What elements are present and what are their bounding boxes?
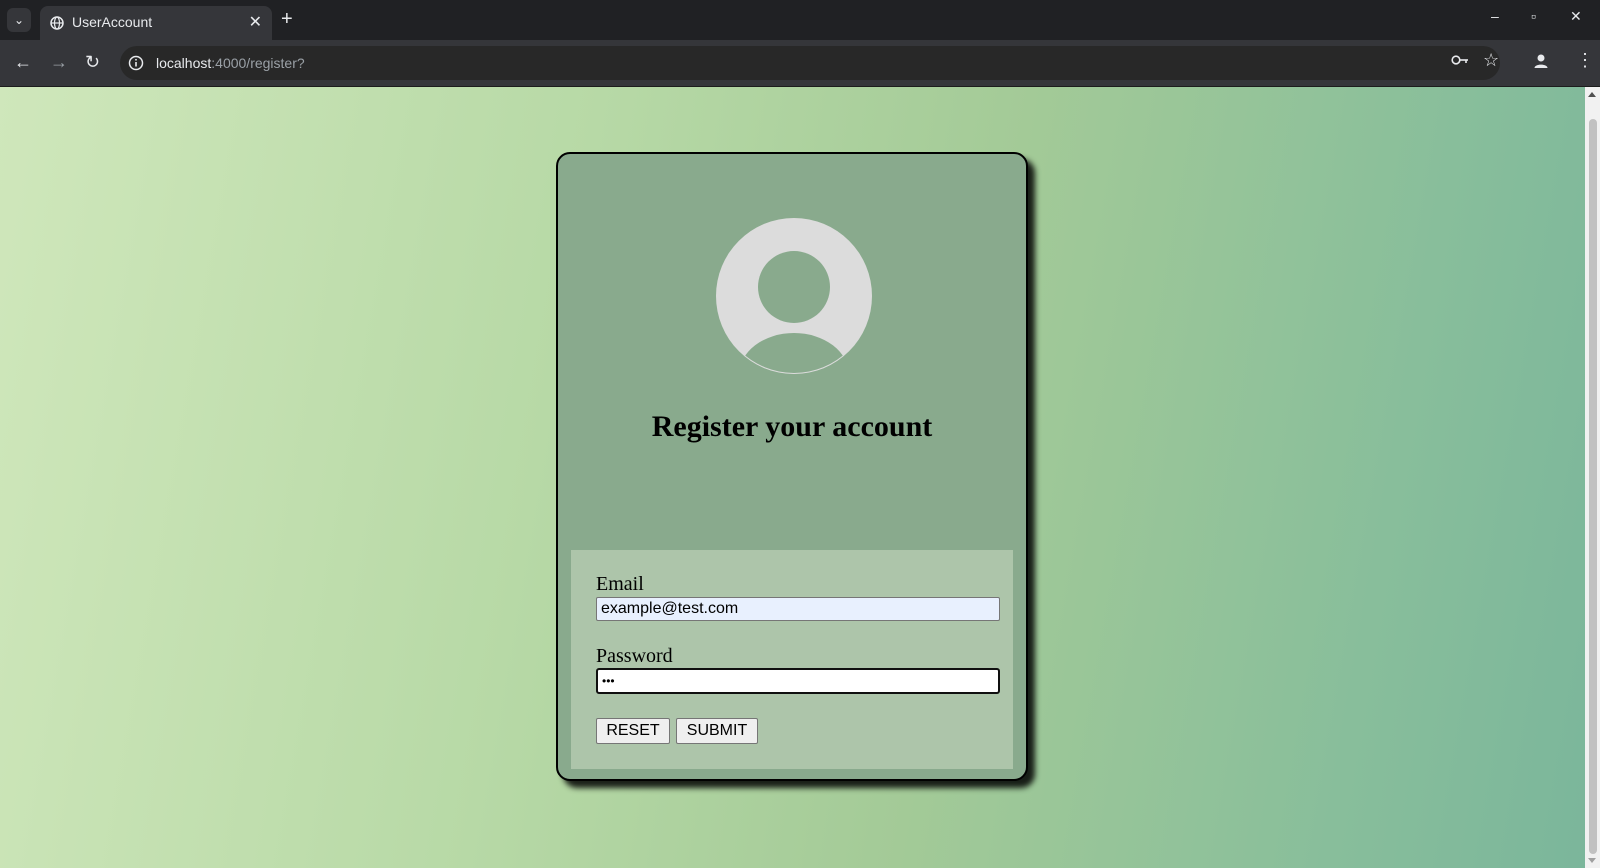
address-bar[interactable]: localhost:4000/register? [120, 46, 1500, 80]
url-host: localhost [156, 55, 212, 71]
reset-button[interactable]: RESET [596, 718, 670, 744]
email-field[interactable] [596, 597, 1000, 621]
arrow-right-icon[interactable]: → [50, 52, 68, 73]
scroll-down-arrow-icon[interactable] [1588, 858, 1596, 863]
minimize-icon[interactable]: – [1491, 8, 1499, 24]
email-label: Email [596, 573, 644, 595]
page-viewport: Register your account Email Password RES… [0, 87, 1585, 868]
person-icon[interactable] [1533, 53, 1549, 74]
register-card: Register your account Email Password RES… [556, 152, 1028, 781]
close-icon[interactable]: ✕ [1570, 8, 1582, 25]
reload-icon[interactable]: ↻ [85, 52, 100, 73]
submit-button[interactable]: SUBMIT [676, 718, 758, 744]
browser-tab[interactable]: UserAccount ✕ [40, 6, 272, 40]
browser-toolbar: ← → ↻ localhost:4000/register? ☆ ⋮ [0, 40, 1600, 87]
browser-tab-bar: ⌄ UserAccount ✕ + – ▫ ✕ [0, 0, 1600, 40]
user-avatar-icon [715, 217, 873, 375]
page-scrollbar[interactable] [1585, 87, 1600, 868]
star-icon[interactable]: ☆ [1483, 50, 1499, 71]
password-label: Password [596, 645, 673, 667]
register-form: Email Password RESET SUBMIT [571, 550, 1013, 769]
close-icon[interactable]: ✕ [249, 12, 262, 32]
url-text: localhost:4000/register? [156, 55, 305, 71]
page-title: Register your account [651, 410, 933, 443]
scroll-up-arrow-icon[interactable] [1588, 92, 1596, 97]
arrow-left-icon[interactable]: ← [14, 52, 32, 73]
maximize-icon[interactable]: ▫ [1531, 8, 1536, 24]
password-field[interactable] [596, 668, 1000, 694]
tab-title: UserAccount [72, 14, 153, 30]
scrollbar-thumb[interactable] [1589, 119, 1597, 854]
globe-icon [50, 16, 64, 35]
plus-icon[interactable]: + [281, 8, 293, 30]
chevron-down-icon[interactable]: ⌄ [7, 8, 31, 32]
info-icon[interactable] [128, 55, 144, 76]
kebab-menu-icon[interactable]: ⋮ [1576, 50, 1594, 71]
key-icon[interactable] [1451, 53, 1469, 72]
url-path: :4000/register? [211, 55, 305, 71]
